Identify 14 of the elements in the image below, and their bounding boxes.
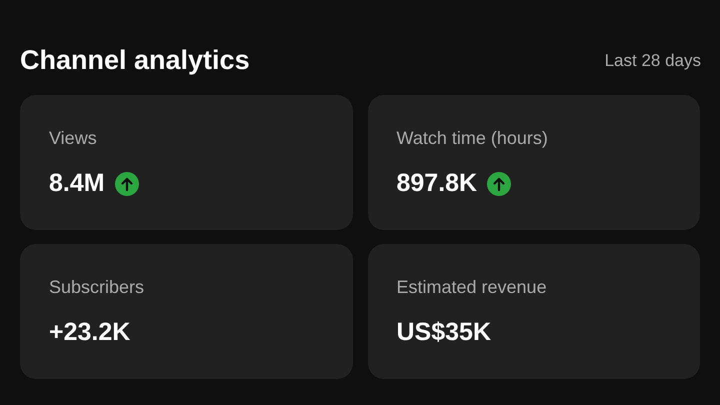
metric-label: Views: [49, 129, 98, 147]
metric-card[interactable]: Views 8.4M: [20, 95, 352, 230]
metric-value: +23.2K: [49, 320, 130, 345]
metric-card[interactable]: Watch time (hours) 897.8K: [368, 95, 700, 230]
metric-card[interactable]: Subscribers +23.2K: [20, 244, 352, 379]
metric-label: Estimated revenue: [396, 278, 548, 296]
metric-value: US$35K: [396, 320, 491, 345]
metric-label: Watch time (hours): [396, 129, 549, 147]
section-title: Channel analytics: [20, 46, 250, 74]
metric-card[interactable]: Estimated revenue US$35K: [368, 244, 700, 379]
date-range: Last 28 days: [604, 52, 701, 68]
metric-label: Subscribers: [49, 278, 146, 296]
metric-value: 897.8K: [396, 171, 478, 196]
metric-value: 8.4M: [49, 171, 105, 196]
